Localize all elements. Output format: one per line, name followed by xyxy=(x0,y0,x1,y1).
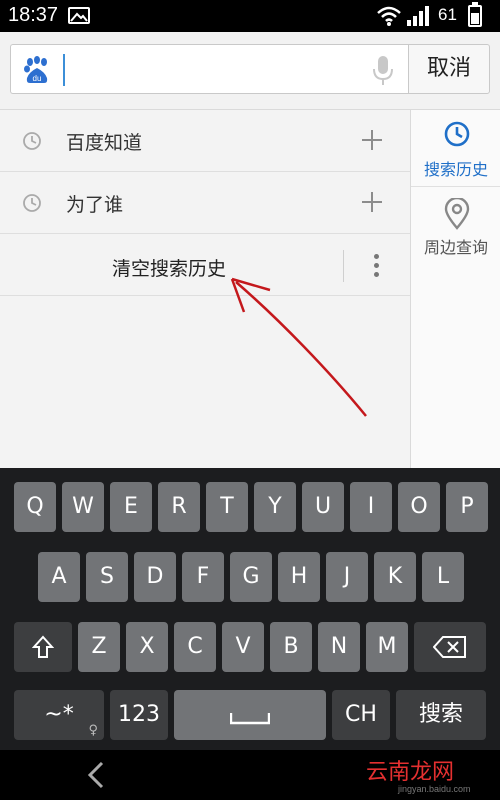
key-t[interactable]: T xyxy=(206,482,248,532)
clear-history-button[interactable]: 清空搜索历史 xyxy=(112,254,226,281)
key-l[interactable]: L xyxy=(422,552,464,602)
numbers-key[interactable]: 123 xyxy=(110,690,168,740)
key-d[interactable]: D xyxy=(134,552,176,602)
watermark: 云南龙网 xyxy=(366,760,455,785)
search-key[interactable]: 搜索 xyxy=(396,690,486,740)
baidu-logo-icon: du xyxy=(24,56,48,83)
battery-level: 61 xyxy=(438,5,457,24)
battery-icon xyxy=(468,2,482,27)
tab-search-history[interactable]: 搜索历史 xyxy=(411,110,500,186)
divider xyxy=(343,250,344,282)
watermark-url: jingyan.baidu.com xyxy=(398,784,471,794)
microphone-icon[interactable] xyxy=(371,55,395,87)
key-q[interactable]: Q xyxy=(14,482,56,532)
key-v[interactable]: V xyxy=(222,622,264,672)
shift-key[interactable] xyxy=(14,622,72,672)
shift-icon xyxy=(32,635,54,658)
tab-nearby-query[interactable]: 周边查询 xyxy=(411,188,500,264)
key-s[interactable]: S xyxy=(86,552,128,602)
space-bar-icon xyxy=(230,713,270,725)
more-options-icon[interactable] xyxy=(374,254,380,278)
symbols-key-label: ~* xyxy=(44,702,74,727)
clock-icon xyxy=(23,132,41,150)
backspace-key[interactable] xyxy=(414,622,486,672)
key-u[interactable]: U xyxy=(302,482,344,532)
history-item-text: 百度知道 xyxy=(66,132,143,154)
symbols-key[interactable]: ~* ♀ xyxy=(14,690,104,740)
clock-icon xyxy=(23,194,41,212)
history-item[interactable]: 百度知道 xyxy=(0,110,410,172)
soft-keyboard: Q W E R T Y U I O P A S D F G H J K L Z … xyxy=(0,468,500,750)
back-icon[interactable] xyxy=(84,760,108,790)
fill-query-plus-icon[interactable] xyxy=(360,190,384,214)
key-m[interactable]: M xyxy=(366,622,408,672)
key-y[interactable]: Y xyxy=(254,482,296,532)
search-input[interactable]: du xyxy=(10,44,408,94)
location-pin-icon xyxy=(444,198,470,230)
key-o[interactable]: O xyxy=(398,482,440,532)
history-item-text: 为了谁 xyxy=(66,194,124,216)
space-key[interactable] xyxy=(174,690,326,740)
history-item[interactable]: 为了谁 xyxy=(0,172,410,234)
clear-history-row: 清空搜索历史 xyxy=(0,236,410,296)
key-r[interactable]: R xyxy=(158,482,200,532)
signal-icon xyxy=(407,6,429,26)
status-time: 18:37 xyxy=(8,4,59,26)
tab-nearby-query-label: 周边查询 xyxy=(423,238,488,257)
key-k[interactable]: K xyxy=(374,552,416,602)
language-switch-key[interactable]: CH xyxy=(332,690,390,740)
voice-hint-icon: ♀ xyxy=(88,723,98,738)
side-panel: 搜索历史 周边查询 xyxy=(410,110,500,468)
key-n[interactable]: N xyxy=(318,622,360,672)
search-bar: du 取消 xyxy=(0,32,500,110)
clock-icon xyxy=(444,121,470,147)
key-g[interactable]: G xyxy=(230,552,272,602)
key-i[interactable]: I xyxy=(350,482,392,532)
image-notification-icon xyxy=(68,7,90,24)
key-z[interactable]: Z xyxy=(78,622,120,672)
key-c[interactable]: C xyxy=(174,622,216,672)
wifi-icon xyxy=(377,6,401,26)
key-w[interactable]: W xyxy=(62,482,104,532)
fill-query-plus-icon[interactable] xyxy=(360,128,384,152)
key-p[interactable]: P xyxy=(446,482,488,532)
key-a[interactable]: A xyxy=(38,552,80,602)
key-h[interactable]: H xyxy=(278,552,320,602)
divider xyxy=(411,186,500,187)
key-j[interactable]: J xyxy=(326,552,368,602)
backspace-icon xyxy=(433,636,466,658)
cancel-button[interactable]: 取消 xyxy=(408,44,490,94)
key-x[interactable]: X xyxy=(126,622,168,672)
key-b[interactable]: B xyxy=(270,622,312,672)
key-f[interactable]: F xyxy=(182,552,224,602)
tab-search-history-label: 搜索历史 xyxy=(423,160,488,179)
search-history-list: 百度知道 为了谁 清空搜索历史 xyxy=(0,110,410,468)
status-bar: 18:37 61 xyxy=(0,0,500,32)
text-caret xyxy=(63,54,65,86)
key-e[interactable]: E xyxy=(110,482,152,532)
svg-text:du: du xyxy=(33,74,42,83)
